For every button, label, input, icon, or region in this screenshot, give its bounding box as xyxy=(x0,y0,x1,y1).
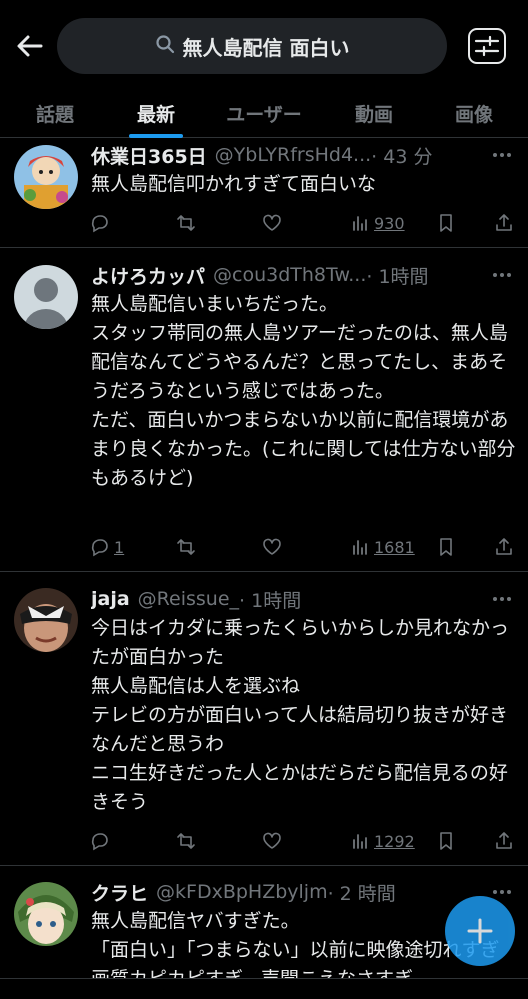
search-tabs: 話題 最新 ユーザー 動画 画像 xyxy=(0,88,528,138)
tweet-header: よけろカッパ @cou3dTh8Tw... · 1時間 xyxy=(91,261,482,289)
tweet-actions: 1292 xyxy=(90,828,518,854)
retweet-button[interactable] xyxy=(176,534,200,560)
more-options-icon[interactable] xyxy=(490,141,514,169)
reply-icon xyxy=(91,539,108,557)
tab-users[interactable]: ユーザー xyxy=(208,88,320,138)
like-button[interactable] xyxy=(262,828,286,854)
top-bar: 無人島配信 面白い xyxy=(0,0,528,90)
heart-icon xyxy=(263,832,281,849)
active-tab-indicator xyxy=(129,134,183,138)
retweet-icon xyxy=(177,833,195,849)
views-button[interactable]: 1292 xyxy=(350,828,415,854)
like-button[interactable] xyxy=(262,534,286,560)
retweet-button[interactable] xyxy=(176,210,200,236)
avatar[interactable] xyxy=(14,882,78,946)
tweet-actions: 930 xyxy=(90,210,518,236)
more-options-icon[interactable] xyxy=(490,585,514,613)
tab-trending[interactable]: 話題 xyxy=(8,88,102,138)
views-chart-icon xyxy=(353,540,367,555)
user-handle[interactable]: @YbLYRfrsHd4... xyxy=(215,144,372,166)
back-arrow-icon[interactable] xyxy=(14,30,46,62)
compose-tweet-button[interactable] xyxy=(445,896,515,966)
tweet-text: 無人島配信いまいちだった。 スタッフ帯同の無人島ツアーだったのは、無人島配信なん… xyxy=(91,293,516,489)
views-chart-icon xyxy=(353,834,367,849)
tweet-text: 無人島配信叩かれすぎて面白いな xyxy=(91,173,377,195)
reply-count: 1 xyxy=(114,537,125,557)
display-name[interactable]: クラヒ xyxy=(91,879,148,906)
bookmark-button[interactable] xyxy=(436,210,456,236)
more-options-icon[interactable] xyxy=(490,261,514,289)
bottom-navigation-bar xyxy=(0,978,528,999)
tab-latest[interactable]: 最新 xyxy=(108,88,204,138)
retweet-icon xyxy=(177,215,195,231)
reply-button[interactable] xyxy=(90,828,114,854)
tweet-time[interactable]: · 43 分 xyxy=(371,142,432,169)
tweet-text: 今日はイカダに乗ったくらいからしか見れなかったが面白かった 無人島配信は人を選ぶ… xyxy=(91,617,510,813)
heart-icon xyxy=(263,214,281,231)
share-button[interactable] xyxy=(494,828,514,854)
reply-icon xyxy=(91,833,108,851)
user-handle[interactable]: @Reissue_ xyxy=(138,588,239,610)
like-button[interactable] xyxy=(262,210,286,236)
views-chart-icon xyxy=(353,216,367,231)
user-handle[interactable]: @kFDxBpHZbyljm xyxy=(156,881,328,903)
search-query: 無人島配信 面白い xyxy=(182,35,350,60)
user-handle[interactable]: @cou3dTh8Tw... xyxy=(213,264,366,286)
bookmark-icon xyxy=(440,538,452,556)
view-count: 1681 xyxy=(374,537,415,557)
reply-button[interactable] xyxy=(90,210,114,236)
share-icon xyxy=(496,538,512,555)
tweet-actions: 1 1681 xyxy=(90,534,518,560)
search-filter-icon[interactable] xyxy=(468,28,506,64)
tweet-header: クラヒ @kFDxBpHZbyljm · 2 時間 xyxy=(91,878,482,906)
views-button[interactable]: 1681 xyxy=(350,534,415,560)
plus-icon xyxy=(467,918,493,944)
avatar[interactable] xyxy=(14,145,78,209)
heart-icon xyxy=(263,538,281,555)
tab-images[interactable]: 画像 xyxy=(428,88,520,138)
tweet-time[interactable]: · 1時間 xyxy=(239,586,301,613)
tweet-header: jaja @Reissue_ · 1時間 xyxy=(91,585,482,613)
tweet-time[interactable]: · 2 時間 xyxy=(328,879,396,906)
share-icon xyxy=(496,214,512,231)
retweet-button[interactable] xyxy=(176,828,200,854)
bookmark-icon xyxy=(440,832,452,850)
avatar[interactable] xyxy=(14,265,78,329)
search-icon xyxy=(155,34,175,58)
retweet-icon xyxy=(177,539,195,555)
view-count: 1292 xyxy=(374,831,415,851)
reply-icon xyxy=(91,215,108,233)
reply-button[interactable]: 1 xyxy=(90,534,124,560)
view-count: 930 xyxy=(374,213,405,233)
share-button[interactable] xyxy=(494,534,514,560)
views-button[interactable]: 930 xyxy=(350,210,405,236)
tweet-time[interactable]: · 1時間 xyxy=(366,262,428,289)
display-name[interactable]: よけろカッパ xyxy=(91,262,205,289)
share-button[interactable] xyxy=(494,210,514,236)
tab-videos[interactable]: 動画 xyxy=(328,88,420,138)
display-name[interactable]: jaja xyxy=(91,588,130,610)
bookmark-button[interactable] xyxy=(436,828,456,854)
tweet-header: 休業日365日 @YbLYRfrsHd4... · 43 分 xyxy=(91,141,482,169)
tweet[interactable]: jaja @Reissue_ · 1時間 今日はイカダに乗ったくらいからしか見れ… xyxy=(0,572,528,866)
tweet[interactable]: よけろカッパ @cou3dTh8Tw... · 1時間 無人島配信いまいちだった… xyxy=(0,248,528,572)
display-name[interactable]: 休業日365日 xyxy=(91,142,207,169)
bookmark-icon xyxy=(440,214,452,232)
tweet[interactable]: 休業日365日 @YbLYRfrsHd4... · 43 分 無人島配信叩かれす… xyxy=(0,139,528,248)
search-input[interactable]: 無人島配信 面白い xyxy=(57,18,447,74)
bookmark-button[interactable] xyxy=(436,534,456,560)
avatar[interactable] xyxy=(14,588,78,652)
share-icon xyxy=(496,832,512,849)
